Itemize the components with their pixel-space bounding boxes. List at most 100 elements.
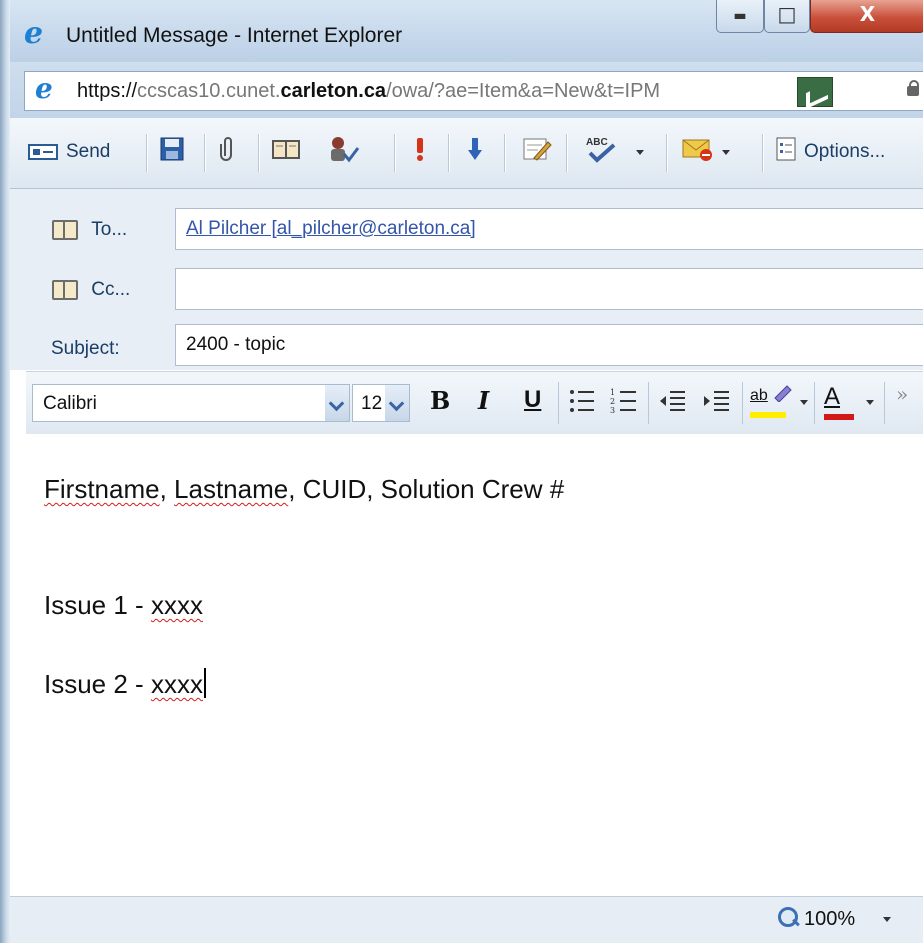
window-left-border	[0, 0, 10, 943]
send-button[interactable]: Send	[28, 136, 110, 168]
check-names-icon	[328, 135, 360, 169]
to-button[interactable]: To...	[52, 219, 127, 241]
chevron-down-icon[interactable]	[722, 149, 730, 155]
numbering-button[interactable]: 123	[610, 386, 638, 422]
spelling-button[interactable]: ABC	[584, 136, 644, 168]
toolbar-separator	[448, 134, 449, 172]
toolbar-separator	[204, 134, 205, 172]
attach-button[interactable]	[220, 136, 236, 168]
decrease-indent-button[interactable]	[658, 386, 686, 422]
address-bar: e https://ccscas10.cunet.carleton.ca/owa…	[10, 62, 923, 118]
save-button[interactable]	[160, 136, 184, 168]
high-importance-button[interactable]	[414, 136, 426, 168]
bold-button[interactable]: B	[430, 386, 450, 415]
send-icon	[28, 143, 58, 161]
bullets-button[interactable]	[568, 386, 596, 422]
subject-field[interactable]: 2400 - topic	[175, 324, 923, 366]
zoom-icon	[778, 907, 798, 927]
toolbar-separator	[504, 134, 505, 172]
toolbar-separator	[884, 382, 885, 424]
address-book-icon	[272, 138, 300, 166]
body-line-3: Issue 2 - xxxx	[44, 668, 206, 700]
address-book-button[interactable]	[272, 136, 300, 168]
close-icon: X	[859, 2, 876, 26]
svg-text:3: 3	[610, 406, 615, 415]
highlight-color-bar	[750, 412, 786, 418]
highlight-label: ab	[750, 387, 768, 404]
svg-text:2: 2	[610, 397, 615, 406]
toolbar-separator	[648, 382, 649, 424]
address-book-icon	[52, 219, 78, 240]
font-size-select[interactable]: 12	[352, 384, 410, 422]
minimize-button[interactable]: ▬	[716, 0, 764, 33]
signature-icon	[522, 136, 552, 168]
more-options-button[interactable]: »	[896, 382, 908, 406]
toolbar-separator	[762, 134, 763, 172]
font-name: Calibri	[43, 393, 97, 414]
save-icon	[160, 137, 184, 167]
svg-text:1: 1	[610, 388, 615, 397]
message-toolbar: Send ABC Options...	[10, 118, 923, 189]
double-chevron-icon: »	[896, 382, 909, 406]
page-ie-icon: e	[35, 72, 53, 105]
cc-button[interactable]: Cc...	[52, 279, 130, 301]
status-bar: 100%	[10, 896, 923, 943]
recipient-link[interactable]: Al Pilcher [al_pilcher@carleton.ca]	[186, 218, 476, 239]
check-names-button[interactable]	[328, 136, 360, 168]
chevron-down-icon[interactable]	[866, 400, 874, 405]
zoom-control[interactable]: 100%	[778, 907, 891, 931]
maximize-button[interactable]: □	[764, 0, 810, 33]
arrow-down-icon	[468, 136, 482, 168]
font-select[interactable]: Calibri	[32, 384, 350, 422]
text-cursor	[203, 668, 206, 698]
numbered-list-icon: 123	[610, 388, 636, 415]
chevron-down-icon[interactable]	[800, 400, 808, 405]
url-text[interactable]: https://ccscas10.cunet.carleton.ca/owa/?…	[77, 80, 660, 103]
to-field[interactable]: Al Pilcher [al_pilcher@carleton.ca]	[175, 208, 923, 250]
maximize-icon: □	[777, 2, 797, 26]
toolbar-separator	[258, 134, 259, 172]
toolbar-separator	[666, 134, 667, 172]
options-icon	[776, 137, 796, 167]
toolbar-separator	[566, 134, 567, 172]
window-title: Untitled Message - Internet Explorer	[66, 24, 403, 47]
chevron-down-icon[interactable]	[882, 917, 891, 922]
spellcheck-icon: ABC	[584, 135, 618, 169]
toolbar-separator	[558, 382, 559, 424]
ie-logo-icon: e	[24, 16, 44, 51]
chevron-down-icon[interactable]	[325, 385, 349, 421]
compat-view-icon[interactable]	[797, 77, 833, 107]
svg-text:ABC: ABC	[586, 137, 608, 148]
italic-button[interactable]: I	[478, 386, 489, 415]
lock-icon[interactable]	[905, 80, 921, 96]
low-importance-button[interactable]	[468, 136, 482, 168]
title-bar: e Untitled Message - Internet Explorer ▬…	[10, 0, 923, 62]
chevron-down-icon[interactable]	[636, 149, 644, 155]
subject-label: Subject:	[51, 338, 120, 359]
chevron-down-icon[interactable]	[385, 385, 409, 421]
minimize-icon: ▬	[733, 8, 747, 24]
underline-button[interactable]: U	[524, 386, 541, 414]
font-color-button[interactable]: A	[824, 382, 854, 420]
body-line-1: Firstname, Lastname, CUID, Solution Crew…	[44, 474, 565, 504]
highlight-button[interactable]: ab	[750, 382, 793, 418]
url-field[interactable]: e https://ccscas10.cunet.carleton.ca/owa…	[24, 71, 923, 111]
options-button[interactable]: Options...	[776, 136, 885, 168]
cc-field[interactable]	[175, 268, 923, 310]
increase-indent-button[interactable]	[702, 386, 730, 422]
highlighter-icon	[774, 385, 792, 403]
close-button[interactable]: X	[810, 0, 923, 33]
message-header: To... Al Pilcher [al_pilcher@carleton.ca…	[10, 189, 923, 370]
envelope-icon	[682, 136, 714, 168]
toolbar-separator	[814, 382, 815, 424]
ie-window: e Untitled Message - Internet Explorer ▬…	[0, 0, 923, 943]
toolbar-separator	[742, 382, 743, 424]
message-format-button[interactable]	[682, 136, 730, 168]
signature-button[interactable]	[522, 136, 552, 168]
bullet-list-icon	[570, 390, 594, 412]
toolbar-separator	[394, 134, 395, 172]
paperclip-icon	[220, 136, 236, 168]
body-line-2: Issue 1 - xxxx	[44, 590, 203, 620]
toolbar-separator	[146, 134, 147, 172]
message-body-editor[interactable]: Firstname, Lastname, CUID, Solution Crew…	[26, 434, 923, 896]
